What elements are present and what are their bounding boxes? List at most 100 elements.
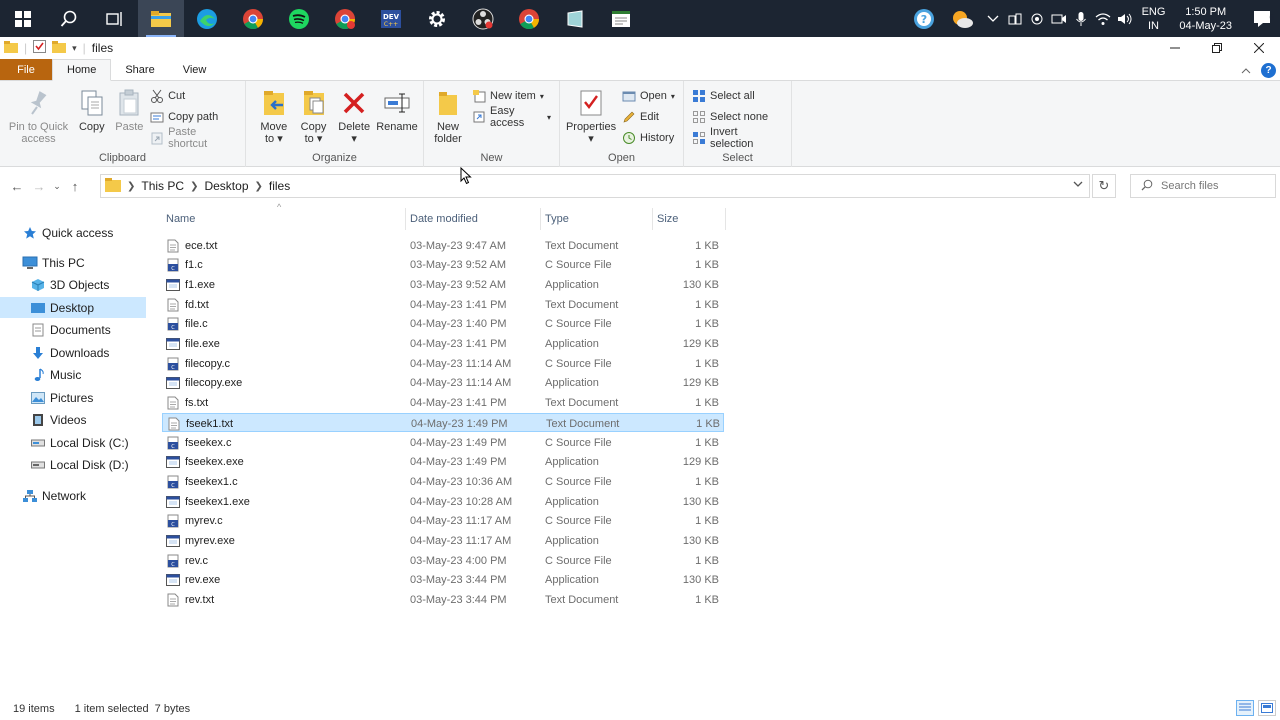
forward-button[interactable]: → [28,174,50,198]
task-view-icon[interactable] [92,0,138,37]
file-row[interactable]: fd.txt 04-May-23 1:41 PM Text Document 1 KB [162,295,724,314]
wifi-icon[interactable] [1092,12,1114,26]
notepad-icon[interactable] [598,0,644,37]
nav-local-disk-c[interactable]: Local Disk (C:) [0,432,146,453]
clock[interactable]: 1:50 PM 04-May-23 [1179,5,1232,33]
file-row[interactable]: Cfseekex.c 04-May-23 1:49 PM C Source File… [162,433,724,452]
file-row[interactable]: f1.exe 03-May-23 9:52 AM Application 130 KB [162,275,724,294]
nav-documents[interactable]: Documents [0,319,146,340]
breadcrumb-desktop[interactable]: Desktop [204,179,248,193]
file-row[interactable]: fseekex.exe 04-May-23 1:49 PM Application 1… [162,453,724,472]
column-header-name[interactable]: Name [162,208,406,230]
spotify-icon[interactable] [276,0,322,37]
tab-file[interactable]: File [0,59,52,80]
nav-pictures[interactable]: Pictures [0,387,146,408]
file-row[interactable]: Cmyrev.c 04-May-23 11:17 AM C Source File 1… [162,512,724,531]
chrome-icon[interactable] [506,0,552,37]
search-icon[interactable] [46,0,92,37]
large-icons-view-button[interactable] [1258,700,1276,716]
open-button[interactable]: Open ▾ [622,87,679,105]
tab-share[interactable]: Share [111,59,168,80]
volume-icon[interactable] [1114,12,1136,26]
chrome-icon[interactable] [322,0,368,37]
breadcrumb-separator[interactable]: ❯ [255,181,263,192]
file-row[interactable]: rev.txt 03-May-23 3:44 PM Text Document 1 K… [162,591,724,610]
search-input[interactable] [1161,180,1271,192]
file-row[interactable]: Crev.c 03-May-23 4:00 PM C Source File 1 KB [162,551,724,570]
file-row[interactable]: Cfilecopy.c 04-May-23 11:14 AM C Source Fi… [162,354,724,373]
breadcrumb-files[interactable]: files [269,179,290,193]
file-row[interactable]: ece.txt 03-May-23 9:47 AM Text Document 1 K… [162,236,724,255]
microphone-icon[interactable] [1070,11,1092,27]
restore-button[interactable] [1196,37,1238,59]
cut-button[interactable]: Cut [150,87,241,105]
nav-videos[interactable]: Videos [0,409,146,430]
breadcrumb-this-pc[interactable]: This PC [141,179,184,193]
search-box[interactable] [1130,174,1276,198]
nav-desktop[interactable]: Desktop [0,297,146,318]
nav-music[interactable]: Music [0,364,146,385]
invert-selection-button[interactable]: Invert selection [692,126,787,150]
back-button[interactable]: ← [6,174,28,198]
file-row[interactable]: Cf1.c 03-May-23 9:52 AM C Source File 1 KB [162,256,724,275]
chevron-up-icon[interactable] [982,15,1004,23]
chevron-down-icon[interactable] [1073,179,1083,190]
file-row[interactable]: myrev.exe 04-May-23 11:17 AM Application 13… [162,532,724,551]
nav-local-disk-d[interactable]: Local Disk (D:) [0,454,146,475]
tab-home[interactable]: Home [52,59,112,81]
up-button[interactable]: ↑ [64,174,86,198]
windows-start-icon[interactable] [0,0,46,37]
properties-check-icon[interactable] [33,40,47,56]
chrome-icon[interactable] [230,0,276,37]
help-icon[interactable]: ? [906,8,942,30]
recent-locations-button[interactable]: ⌄ [50,174,64,198]
file-row[interactable]: rev.exe 03-May-23 3:44 PM Application 130 K… [162,571,724,590]
nav-downloads[interactable]: Downloads [0,342,146,363]
details-view-button[interactable] [1236,700,1254,716]
new-item-button[interactable]: New item ▾ [472,87,555,105]
file-row[interactable]: Cfile.c 04-May-23 1:40 PM C Source File 1 K… [162,315,724,334]
column-header-size[interactable]: Size [653,208,726,230]
breadcrumb-separator[interactable]: ❯ [190,181,198,192]
edge-icon[interactable] [184,0,230,37]
easy-access-button[interactable]: Easy access ▾ [472,105,555,129]
breadcrumb-separator[interactable]: ❯ [127,181,135,192]
refresh-button[interactable]: ↻ [1092,174,1116,198]
close-button[interactable] [1238,37,1280,59]
file-explorer-icon[interactable] [138,0,184,37]
obs-icon[interactable] [460,0,506,37]
address-bar[interactable]: ❯ This PC ❯ Desktop ❯ files [100,174,1090,198]
help-icon[interactable]: ? [1261,62,1276,78]
weather-icon[interactable] [942,9,982,29]
expand-ribbon-icon[interactable] [1241,63,1251,77]
file-row[interactable]: Cfseekex1.c 04-May-23 10:36 AM C Source Fi… [162,472,724,491]
customize-toolbar-icon[interactable]: ▾ [72,43,77,54]
video-icon[interactable] [1048,13,1070,25]
nav-quick-access[interactable]: Quick access [0,222,146,243]
app-icon[interactable] [552,0,598,37]
file-row[interactable]: file.exe 04-May-23 1:41 PM Application 129 … [162,335,724,354]
column-header-date-modified[interactable]: Date modified [406,208,541,230]
tab-view[interactable]: View [169,59,221,80]
nav-network[interactable]: Network [0,485,146,506]
history-button[interactable]: History [622,129,679,147]
language-indicator[interactable]: ENG IN [1142,5,1166,33]
column-header-type[interactable]: Type [541,208,653,230]
nav-3d-objects[interactable]: 3D Objects [0,274,146,295]
copy-path-button[interactable]: Copy path [150,108,241,126]
dev-cpp-icon[interactable]: DEV C++ [368,0,414,37]
file-row[interactable]: fs.txt 04-May-23 1:41 PM Text Document 1 KB [162,394,724,413]
file-row[interactable]: filecopy.exe 04-May-23 11:14 AM Applicatio… [162,374,724,393]
file-row[interactable]: fseek1.txt 04-May-23 1:49 PM Text Document… [162,413,724,433]
select-none-button[interactable]: Select none [692,108,787,126]
paste-shortcut-button[interactable]: Paste shortcut [150,126,241,150]
file-row[interactable]: fseekex1.exe 04-May-23 10:28 AM Applicatio… [162,492,724,511]
notification-center-icon[interactable]: 6 [1244,10,1280,28]
camera-icon[interactable] [1026,12,1048,26]
edit-button[interactable]: Edit [622,108,679,126]
nav-this-pc[interactable]: This PC [0,252,146,273]
new-folder-icon[interactable] [52,40,67,56]
minimize-button[interactable] [1154,37,1196,59]
settings-icon[interactable] [414,0,460,37]
network-adapter-icon[interactable] [1004,12,1026,26]
